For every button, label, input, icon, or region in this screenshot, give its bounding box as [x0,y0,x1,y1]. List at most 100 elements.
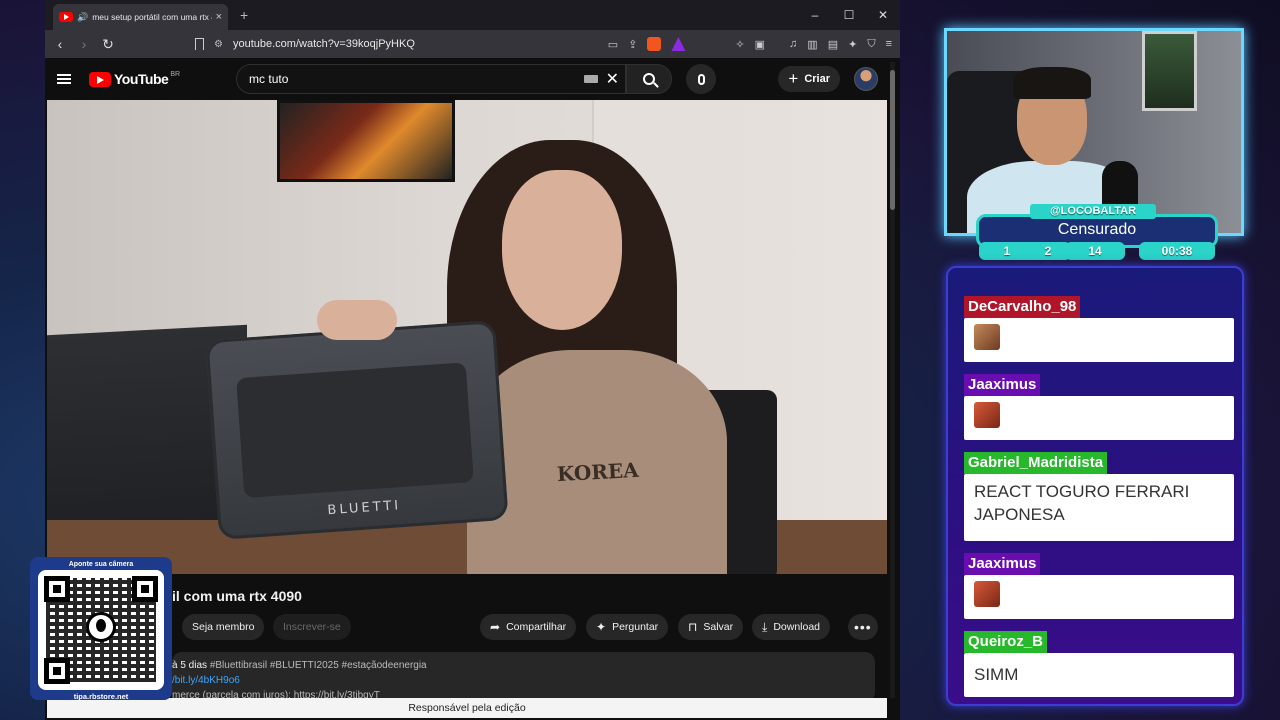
vpn-icon[interactable]: ⛉ [867,38,875,51]
tab-bar: 🔊 meu setup portátil com uma rtx 4090 × … [45,0,900,30]
description-meta: à 5 dias #Bluettibrasil #BLUETTI2025 #es… [172,660,875,671]
power-station: BLUETTI [205,320,509,540]
screenshot-icon[interactable]: ▣ [755,38,765,51]
chat-panel: DeCarvalho_98 Jaaximus Gabriel_Madridist… [946,266,1244,706]
save-button[interactable]: ⊓ Salvar [678,614,744,640]
arrow-right-icon[interactable]: › [77,36,91,52]
browser-tab[interactable]: 🔊 meu setup portátil com uma rtx 4090 × [53,4,228,30]
search-input[interactable]: mc tuto ✕ [236,64,627,94]
share-icon: ➦ [490,620,501,634]
stat-timer: 00:38 [1139,242,1215,260]
plus-icon: + [788,69,799,88]
window-controls: – ☐ ✕ [798,0,900,30]
sidebar-icon[interactable]: ▥ [807,38,817,51]
qr-finder [44,576,70,602]
new-tab-icon[interactable]: + [240,7,248,23]
stat-badge: 14 [1065,242,1125,260]
tab-close-icon[interactable]: × [216,11,222,23]
download-icon: ⤓ [762,619,768,634]
create-label: Criar [804,73,830,85]
bookmark-icon: ⊓ [688,620,698,634]
music-icon[interactable]: ♫ [789,38,797,50]
minimize-button[interactable]: – [798,0,832,30]
presenter-face [502,170,622,330]
brave-rewards-icon[interactable] [671,37,686,51]
subscribe-label: Inscrever-se [283,621,341,633]
stream-stats: 1 2 14 00:38 [979,242,1215,260]
hashtags[interactable]: #Bluettibrasil #BLUETTI2025 #estaçãodeen… [210,660,427,671]
chat-message: DeCarvalho_98 [964,296,1234,362]
upload-age: à 5 dias [172,660,208,671]
chat-username: Jaaximus [964,374,1041,396]
qr-card: Aponte sua câmera tipa.rbstore.net [30,557,172,701]
join-label: Seja membro [192,621,255,633]
address-bar: ‹ › ↻ ⚙ youtube.com/watch?v=39koqjPyHKQ … [45,30,900,58]
chat-message: Jaaximus [964,553,1234,619]
hamburger-menu-icon[interactable] [57,74,71,84]
sparkle-icon: ✦ [596,620,607,634]
chat-message: Gabriel_Madridista REACT TOGURO FERRARI … [964,452,1234,541]
close-window-button[interactable]: ✕ [866,0,900,30]
save-label: Salvar [703,621,734,633]
subscribe-button[interactable]: Inscrever-se [273,614,351,640]
emote-icon [974,324,1000,350]
power-station-brand: BLUETTI [327,498,402,519]
youtube-logo-icon[interactable] [89,71,111,87]
wallet-icon[interactable]: ▤ [828,38,838,51]
scrollbar-thumb[interactable] [890,70,895,210]
url-field[interactable]: youtube.com/watch?v=39koqjPyHKQ [233,38,415,50]
share-button[interactable]: ➦ Compartilhar [480,614,577,640]
site-settings-icon[interactable]: ⚙ [214,39,223,50]
share-page-icon[interactable]: ⇪ [628,38,637,51]
chat-username: DeCarvalho_98 [964,296,1081,318]
bookmark-icon[interactable] [195,38,204,50]
youtube-header: YouTube BR mc tuto ✕ + Criar [45,58,900,100]
ask-button[interactable]: ✦ Perguntar [586,614,669,640]
shirt-print: KOREA [556,457,640,487]
speaker-icon[interactable]: 🔊 [77,12,88,23]
emote-icon [974,402,1000,428]
voice-search-button[interactable] [686,64,717,94]
search-button[interactable] [626,64,673,94]
chat-message-body [964,318,1234,362]
arrow-left-icon[interactable]: ‹ [53,36,67,52]
clear-search-icon[interactable]: ✕ [606,69,619,89]
address-bar-tools: ▭ ⇪ ✧ ▣ ♫ ▥ ▤ ✦ ⛉ ≡ [608,37,892,51]
qr-finder [44,658,70,684]
mic-icon [697,73,705,85]
chat-message: Jaaximus [964,374,1234,440]
search-input-value[interactable]: mc tuto [249,72,584,86]
more-actions-button[interactable]: ••• [848,614,878,640]
brave-shields-icon[interactable] [647,37,662,51]
chat-message-body [964,396,1234,440]
youtube-favicon-icon [59,12,73,22]
download-button[interactable]: ⤓ Download [752,614,831,640]
chat-username: Queiroz_B [964,631,1048,653]
reload-icon[interactable]: ↻ [101,36,115,53]
chat-username: Gabriel_Madridista [964,452,1108,474]
youtube-logo-text[interactable]: YouTube [114,71,169,87]
avatar[interactable] [854,67,878,91]
leo-icon[interactable]: ✦ [848,38,857,51]
streamer-handle: @LOCOBALTAR [1030,204,1156,219]
microphone-logo-icon [86,612,116,642]
create-button[interactable]: + Criar [778,66,840,92]
wall-painting [277,100,455,182]
menu-icon[interactable]: ≡ [886,38,892,50]
qr-caption: Aponte sua câmera [68,561,134,568]
extensions-icon[interactable]: ✧ [735,38,744,51]
tab-title: meu setup portátil com uma rtx 4090 [92,12,211,22]
video-actions: Seja membro Inscrever-se ➦ Compartilhar … [45,614,900,642]
maximize-button[interactable]: ☐ [832,0,866,30]
qr-finder [132,576,158,602]
video-player[interactable]: KOREA BLUETTI [47,100,887,574]
join-button[interactable]: Seja membro [182,614,265,640]
chat-message: Queiroz_B SIMM [964,631,1234,697]
region-code: BR [170,70,181,78]
keyboard-icon[interactable] [583,75,598,83]
more-icon: ••• [854,619,872,635]
cast-icon[interactable]: ▭ [608,38,618,51]
description-link[interactable]: /bit.ly/4bKH9o6 [172,675,875,686]
streamer-hair [1013,67,1091,99]
description-box[interactable]: à 5 dias #Bluettibrasil #BLUETTI2025 #es… [172,652,875,702]
